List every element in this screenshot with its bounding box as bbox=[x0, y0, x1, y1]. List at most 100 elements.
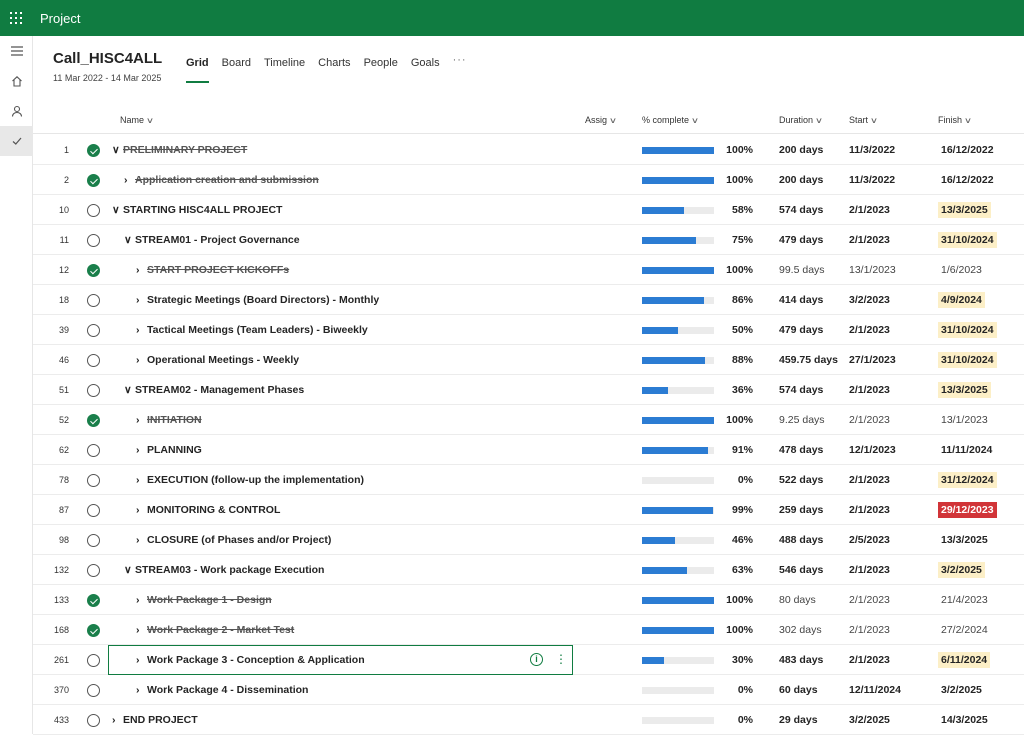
task-name[interactable]: › END PROJECT bbox=[112, 705, 198, 735]
task-duration[interactable]: 479 days bbox=[779, 225, 841, 255]
more-options-icon[interactable]: ⋮ bbox=[555, 653, 567, 666]
task-start[interactable]: 2/1/2023 bbox=[849, 465, 890, 495]
complete-checkbox-icon[interactable] bbox=[87, 654, 100, 667]
task-finish[interactable]: 3/2/2025 bbox=[938, 555, 985, 585]
task-row[interactable]: 52 › INITIATION 100% 9.25 days 2/1/2023 13/1/2… bbox=[33, 405, 1024, 435]
complete-checkbox-icon[interactable] bbox=[87, 414, 100, 427]
chevron-right-icon[interactable]: › bbox=[136, 315, 147, 345]
chevron-down-icon[interactable]: ∨ bbox=[124, 555, 135, 585]
task-start[interactable]: 2/1/2023 bbox=[849, 195, 890, 225]
chevron-right-icon[interactable]: › bbox=[136, 405, 147, 435]
complete-checkbox-icon[interactable] bbox=[87, 294, 100, 307]
task-duration[interactable]: 29 days bbox=[779, 705, 841, 735]
complete-checkbox-icon[interactable] bbox=[87, 594, 100, 607]
task-start[interactable]: 11/3/2022 bbox=[849, 165, 895, 195]
percent-complete[interactable]: 0% bbox=[713, 705, 753, 735]
task-name[interactable]: › Work Package 2 - Market Test bbox=[136, 615, 294, 645]
task-duration[interactable]: 259 days bbox=[779, 495, 841, 525]
task-finish[interactable]: 3/2/2025 bbox=[938, 675, 985, 705]
percent-complete[interactable]: 100% bbox=[713, 615, 753, 645]
chevron-right-icon[interactable]: › bbox=[136, 465, 147, 495]
complete-checkbox-icon[interactable] bbox=[87, 444, 100, 457]
complete-checkbox-icon[interactable] bbox=[87, 264, 100, 277]
task-duration[interactable]: 574 days bbox=[779, 195, 841, 225]
complete-checkbox-icon[interactable] bbox=[87, 144, 100, 157]
chevron-right-icon[interactable]: › bbox=[136, 645, 147, 675]
chevron-right-icon[interactable]: › bbox=[136, 615, 147, 645]
task-row[interactable]: 46 › Operational Meetings - Weekly 88% 459.7… bbox=[33, 345, 1024, 375]
task-duration[interactable]: 574 days bbox=[779, 375, 841, 405]
task-start[interactable]: 2/1/2023 bbox=[849, 225, 890, 255]
task-duration[interactable]: 479 days bbox=[779, 315, 841, 345]
task-finish[interactable]: 13/3/2025 bbox=[938, 525, 991, 555]
task-row[interactable]: 87 › MONITORING & CONTROL 99% 259 days 2/1/20… bbox=[33, 495, 1024, 525]
percent-complete[interactable]: 75% bbox=[713, 225, 753, 255]
percent-complete[interactable]: 100% bbox=[713, 405, 753, 435]
task-start[interactable]: 2/1/2023 bbox=[849, 645, 890, 675]
task-start[interactable]: 2/5/2023 bbox=[849, 525, 890, 555]
task-duration[interactable]: 9.25 days bbox=[779, 405, 841, 435]
task-finish[interactable]: 31/10/2024 bbox=[938, 345, 997, 375]
task-name[interactable]: ∨ STREAM02 - Management Phases bbox=[124, 375, 304, 405]
task-finish[interactable]: 27/2/2024 bbox=[938, 615, 991, 645]
task-name[interactable]: › PLANNING bbox=[136, 435, 202, 465]
percent-complete[interactable]: 100% bbox=[713, 585, 753, 615]
task-finish[interactable]: 16/12/2022 bbox=[938, 165, 997, 195]
task-start[interactable]: 2/1/2023 bbox=[849, 495, 890, 525]
task-start[interactable]: 11/3/2022 bbox=[849, 135, 895, 165]
task-start[interactable]: 2/1/2023 bbox=[849, 585, 890, 615]
app-launcher-icon[interactable] bbox=[0, 0, 32, 36]
task-start[interactable]: 2/1/2023 bbox=[849, 375, 890, 405]
task-row[interactable]: 12 › START PROJECT KICKOFFs 100% 99.5 days 13… bbox=[33, 255, 1024, 285]
complete-checkbox-icon[interactable] bbox=[87, 504, 100, 517]
task-name[interactable]: › Operational Meetings - Weekly bbox=[136, 345, 299, 375]
task-row[interactable]: 98 › CLOSURE (of Phases and/or Project) 46%… bbox=[33, 525, 1024, 555]
task-name[interactable]: › INITIATION bbox=[136, 405, 202, 435]
percent-complete[interactable]: 0% bbox=[713, 465, 753, 495]
percent-complete[interactable]: 100% bbox=[713, 135, 753, 165]
chevron-right-icon[interactable]: › bbox=[136, 435, 147, 465]
complete-checkbox-icon[interactable] bbox=[87, 474, 100, 487]
task-start[interactable]: 3/2/2023 bbox=[849, 285, 890, 315]
task-duration[interactable]: 80 days bbox=[779, 585, 841, 615]
task-finish[interactable]: 31/10/2024 bbox=[938, 315, 997, 345]
percent-complete[interactable]: 99% bbox=[713, 495, 753, 525]
task-start[interactable]: 12/1/2023 bbox=[849, 435, 896, 465]
task-name[interactable]: › Work Package 4 - Dissemination bbox=[136, 675, 308, 705]
tab-board[interactable]: Board bbox=[222, 57, 251, 75]
task-duration[interactable]: 414 days bbox=[779, 285, 841, 315]
chevron-right-icon[interactable]: › bbox=[136, 495, 147, 525]
complete-checkbox-icon[interactable] bbox=[87, 354, 100, 367]
home-icon[interactable] bbox=[0, 66, 33, 96]
task-row[interactable]: 78 › EXECUTION (follow-up the implementati… bbox=[33, 465, 1024, 495]
chevron-down-icon[interactable]: ∨ bbox=[112, 135, 123, 165]
task-row[interactable]: 1 ∨ PRELIMINARY PROJECT 100% 200 days 11/3/20… bbox=[33, 135, 1024, 165]
task-start[interactable]: 3/2/2025 bbox=[849, 705, 890, 735]
task-finish[interactable]: 4/9/2024 bbox=[938, 285, 985, 315]
tab-charts[interactable]: Charts bbox=[318, 57, 350, 75]
task-name[interactable]: › Strategic Meetings (Board Directors) - … bbox=[136, 285, 379, 315]
chevron-right-icon[interactable]: › bbox=[136, 525, 147, 555]
tasks-icon[interactable] bbox=[0, 126, 33, 156]
task-name[interactable]: › Application creation and submission bbox=[124, 165, 319, 195]
task-duration[interactable]: 200 days bbox=[779, 165, 841, 195]
task-name[interactable]: ∨ PRELIMINARY PROJECT bbox=[112, 135, 247, 165]
percent-complete[interactable]: 100% bbox=[713, 255, 753, 285]
task-start[interactable]: 2/1/2023 bbox=[849, 315, 890, 345]
chevron-right-icon[interactable]: › bbox=[136, 255, 147, 285]
percent-complete[interactable]: 58% bbox=[713, 195, 753, 225]
chevron-down-icon[interactable]: ∨ bbox=[124, 225, 135, 255]
task-finish[interactable]: 31/10/2024 bbox=[938, 225, 997, 255]
task-name[interactable]: ∨ STARTING HISC4ALL PROJECT bbox=[112, 195, 282, 225]
percent-complete[interactable]: 50% bbox=[713, 315, 753, 345]
menu-icon[interactable] bbox=[0, 36, 33, 66]
task-duration[interactable]: 522 days bbox=[779, 465, 841, 495]
column-finish[interactable]: Finish ∨ bbox=[938, 115, 972, 125]
percent-complete[interactable]: 91% bbox=[713, 435, 753, 465]
tab-people[interactable]: People bbox=[364, 57, 398, 75]
task-finish[interactable]: 29/12/2023 bbox=[938, 495, 997, 525]
task-finish[interactable]: 13/3/2025 bbox=[938, 195, 991, 225]
person-icon[interactable] bbox=[0, 96, 33, 126]
task-row[interactable]: 261 › Work Package 3 - Conception & Applic… bbox=[33, 645, 1024, 675]
column-name[interactable]: Name ∨ bbox=[120, 115, 154, 125]
